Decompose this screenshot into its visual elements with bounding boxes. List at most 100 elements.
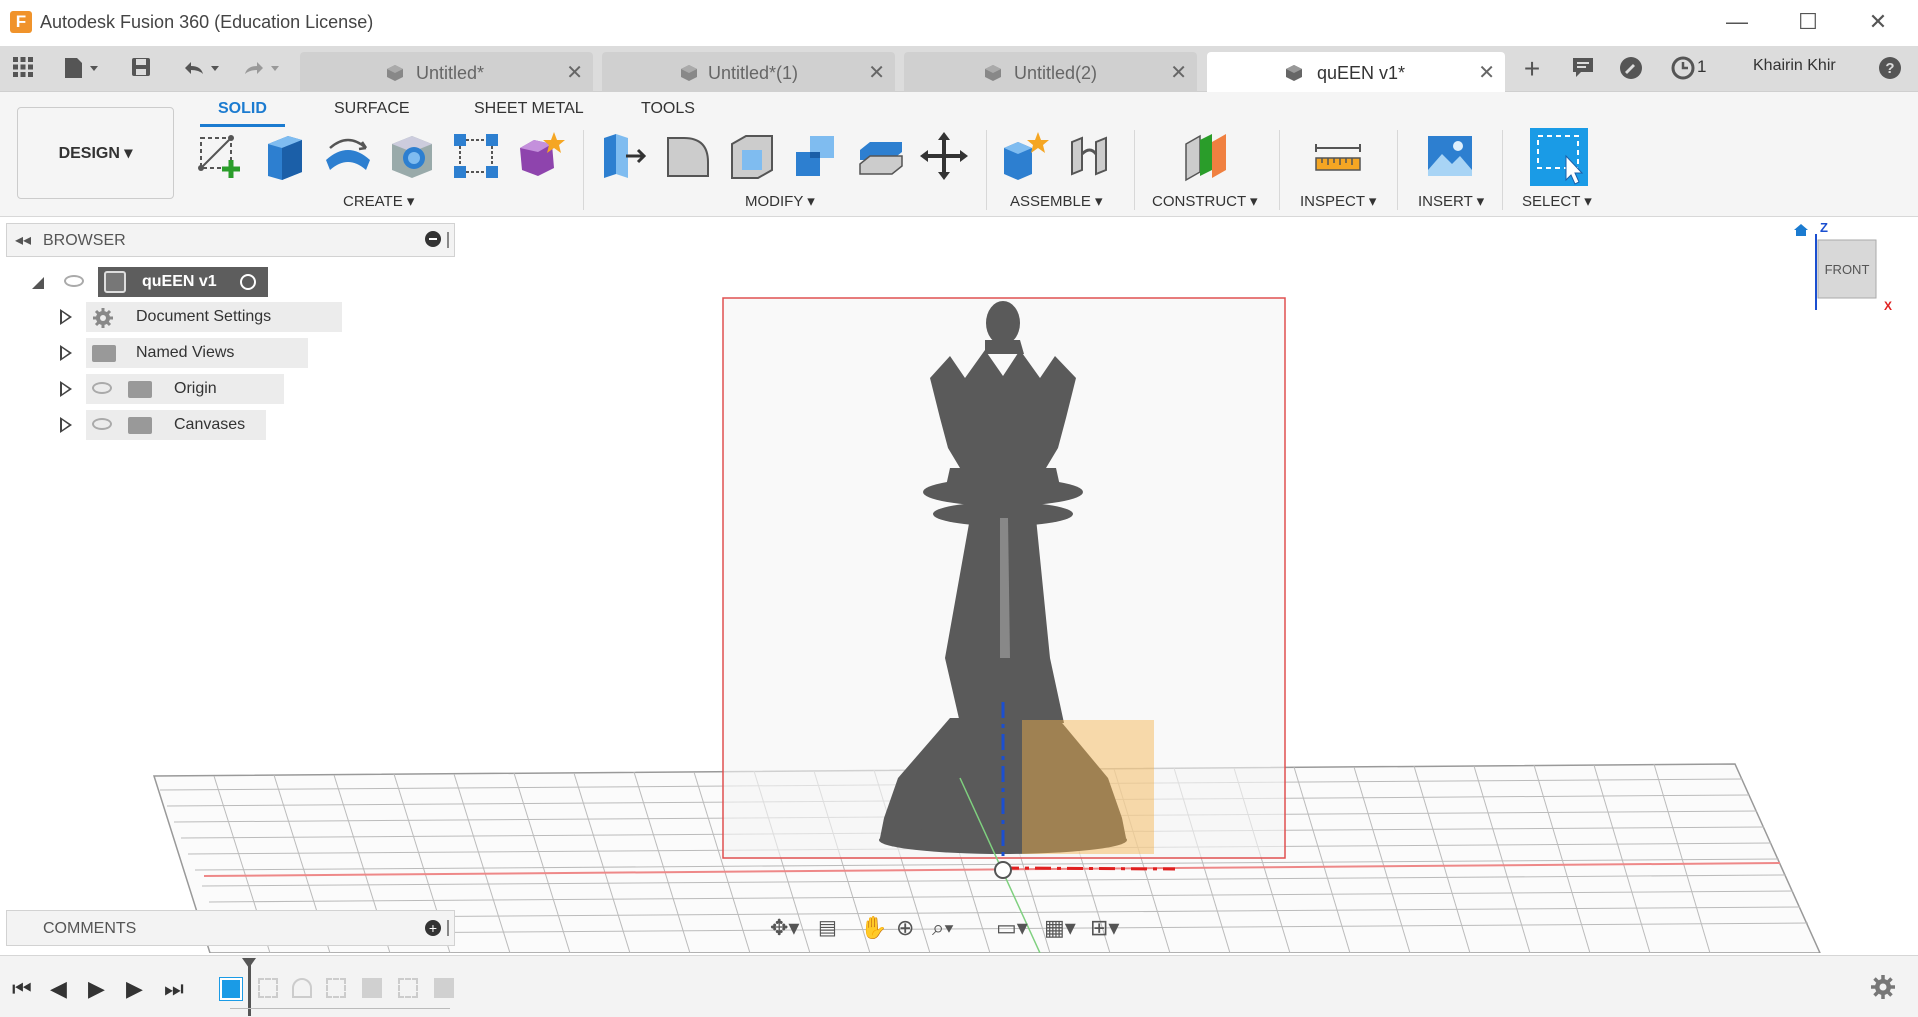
browser-item-canvases[interactable]: Canvases (56, 410, 266, 440)
browser-item-origin[interactable]: Origin (56, 374, 284, 404)
assemble-group-label[interactable]: ASSEMBLE ▾ (1010, 192, 1103, 210)
inspect-group-label[interactable]: INSPECT ▾ (1300, 192, 1376, 210)
fit-zoom-icon[interactable]: ⌕▾ (932, 915, 954, 941)
modify-group-label[interactable]: MODIFY ▾ (745, 192, 815, 210)
visibility-eye-icon[interactable] (64, 275, 84, 287)
timeline-feature-icon[interactable] (398, 978, 418, 998)
create-form-icon[interactable] (514, 130, 566, 182)
fillet-icon[interactable] (662, 130, 714, 182)
joint-icon[interactable] (1064, 130, 1116, 182)
step-forward-icon[interactable]: ▶ (126, 976, 143, 1002)
timeline-marker-head[interactable] (242, 958, 256, 968)
browser-item-document-settings[interactable]: Document Settings (56, 302, 342, 332)
tab-queen-v1[interactable]: quEEN v1* ✕ (1207, 52, 1505, 92)
canvas-bounding-box (1022, 720, 1154, 854)
hole-icon[interactable] (386, 130, 438, 182)
online-status-icon[interactable] (1618, 56, 1644, 82)
add-comment-icon[interactable]: + (425, 920, 441, 936)
step-back-icon[interactable]: ◀ (50, 976, 67, 1002)
expand-triangle-icon[interactable] (60, 309, 72, 325)
data-panel-grid-icon[interactable] (10, 56, 36, 82)
shell-icon[interactable] (726, 130, 778, 182)
new-component-icon[interactable] (1000, 130, 1052, 182)
expand-triangle-icon[interactable] (60, 417, 72, 433)
canvases-label: Canvases (86, 410, 266, 440)
close-window-button[interactable]: ✕ (1856, 8, 1900, 36)
close-tab-icon[interactable]: ✕ (566, 60, 583, 85)
timeline-feature-icon[interactable] (258, 978, 278, 998)
fusion-logo: F (10, 11, 32, 33)
file-menu-icon[interactable] (60, 56, 104, 82)
workspace-switcher[interactable]: DESIGN ▾ (17, 107, 174, 199)
minimize-button[interactable]: — (1715, 8, 1759, 36)
display-settings-icon[interactable]: ▭▾ (996, 915, 1028, 941)
pattern-icon[interactable] (450, 130, 502, 182)
notifications-icon[interactable] (1570, 56, 1596, 82)
extrude-icon[interactable] (258, 130, 310, 182)
pan-hand-icon[interactable]: ✋ (860, 915, 887, 941)
select-group-label[interactable]: SELECT ▾ (1522, 192, 1592, 210)
select-icon[interactable] (1530, 128, 1588, 186)
pin-handle[interactable] (447, 920, 449, 936)
job-status-clock-icon[interactable] (1670, 56, 1696, 82)
user-name[interactable]: Khairin Khir (1753, 57, 1836, 75)
new-tab-plus-icon[interactable]: + (1519, 55, 1545, 83)
replace-face-icon[interactable] (854, 130, 906, 182)
revolve-icon[interactable] (322, 130, 374, 182)
create-sketch-icon[interactable] (195, 130, 247, 182)
insert-canvas-icon[interactable] (1424, 130, 1476, 182)
go-to-end-icon[interactable]: ⏭ (164, 976, 184, 1002)
offset-plane-icon[interactable] (1180, 130, 1232, 182)
close-tab-icon[interactable]: ✕ (1478, 60, 1495, 85)
timeline-canvas-feature-icon[interactable] (219, 977, 243, 1001)
orbit-icon[interactable]: ✥▾ (770, 915, 799, 941)
visibility-eye-icon[interactable] (92, 418, 112, 430)
activate-component-icon[interactable] (240, 274, 256, 290)
measure-icon[interactable] (1312, 130, 1364, 182)
tab-surface[interactable]: SURFACE (334, 100, 410, 118)
job-count: 1 (1697, 57, 1707, 76)
view-cube[interactable]: FRONT Z X (1792, 220, 1892, 317)
tab-untitled-2[interactable]: Untitled(2) ✕ (904, 52, 1197, 92)
timeline-feature-icon[interactable] (434, 978, 454, 998)
browser-item-named-views[interactable]: Named Views (56, 338, 308, 368)
insert-group-label[interactable]: INSERT ▾ (1418, 192, 1484, 210)
grid-settings-icon[interactable]: ▦▾ (1044, 915, 1076, 941)
document-tab-bar: Untitled* ✕ Untitled*(1) ✕ Untitled(2) ✕… (0, 46, 1918, 92)
pin-handle[interactable] (447, 232, 449, 248)
browser-root-row[interactable]: quEEN v1 (28, 267, 268, 297)
timeline-feature-icon[interactable] (292, 978, 312, 998)
viewports-icon[interactable]: ⊞▾ (1090, 915, 1119, 941)
tab-solid[interactable]: SOLID (200, 100, 285, 127)
document-settings-label: Document Settings (86, 302, 342, 332)
timeline-settings-gear-icon[interactable] (1870, 974, 1896, 1000)
expand-triangle-icon[interactable] (60, 345, 72, 361)
help-icon[interactable]: ? (1877, 56, 1903, 82)
play-icon[interactable]: ▶ (88, 976, 105, 1002)
move-copy-icon[interactable] (918, 130, 970, 182)
browser-title: BROWSER (43, 232, 126, 249)
go-to-start-icon[interactable]: ⏮ (12, 976, 32, 1002)
redo-icon[interactable] (238, 56, 284, 82)
zoom-icon[interactable]: ⊕ (896, 915, 914, 941)
look-at-icon[interactable]: ▤ (818, 915, 837, 940)
expand-triangle-icon[interactable] (60, 381, 72, 397)
press-pull-icon[interactable] (598, 130, 650, 182)
undo-icon[interactable] (178, 56, 224, 82)
tab-untitled[interactable]: Untitled* ✕ (300, 52, 593, 92)
maximize-button[interactable]: ☐ (1786, 8, 1830, 36)
collapse-browser-icon[interactable]: ◂◂ (15, 230, 31, 250)
visibility-eye-icon[interactable] (92, 382, 112, 394)
save-icon[interactable] (128, 56, 154, 82)
tab-untitled-1[interactable]: Untitled*(1) ✕ (602, 52, 895, 92)
close-tab-icon[interactable]: ✕ (1170, 60, 1187, 85)
construct-group-label[interactable]: CONSTRUCT ▾ (1152, 192, 1258, 210)
create-group-label[interactable]: CREATE ▾ (343, 192, 414, 210)
timeline-feature-icon[interactable] (326, 978, 346, 998)
tab-tools[interactable]: TOOLS (641, 100, 695, 118)
timeline-feature-icon[interactable] (362, 978, 382, 998)
tab-sheet-metal[interactable]: SHEET METAL (474, 100, 584, 118)
minimize-browser-icon[interactable] (425, 231, 441, 247)
combine-icon[interactable] (790, 130, 842, 182)
close-tab-icon[interactable]: ✕ (868, 60, 885, 85)
